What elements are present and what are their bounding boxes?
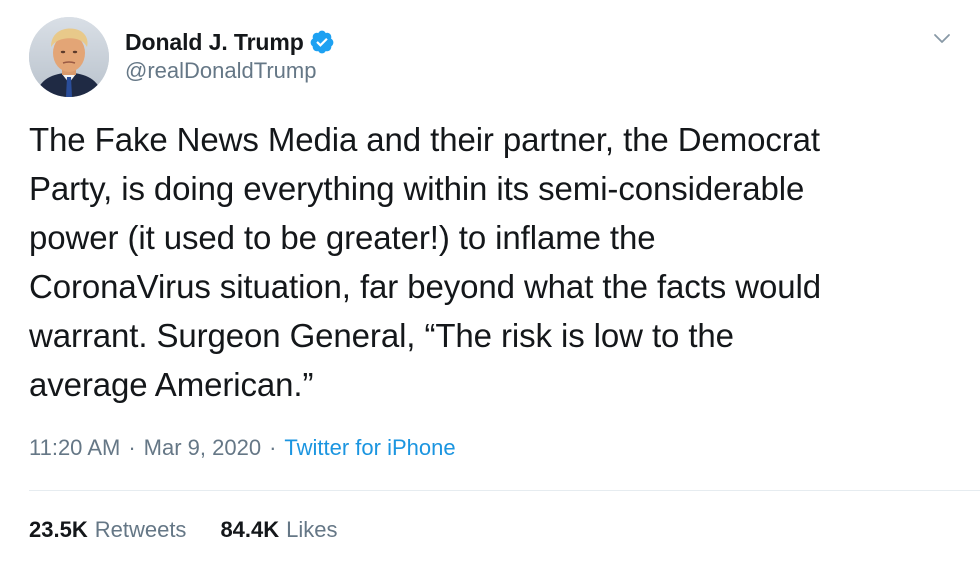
tweet-card: Donald J. Trump @realDonaldTrump The Fak…	[0, 0, 980, 570]
avatar[interactable]	[29, 17, 109, 97]
tweet-time[interactable]: 11:20 AM	[29, 435, 120, 461]
profile-photo	[29, 17, 109, 97]
tweet-stats: 23.5K Retweets 84.4K Likes	[29, 514, 338, 546]
tweet-source-link[interactable]: Twitter for iPhone	[284, 435, 455, 461]
verified-badge-icon	[309, 29, 335, 55]
divider	[29, 490, 980, 491]
retweets-label: Retweets	[94, 517, 187, 542]
separator-dot: ·	[128, 435, 136, 460]
author-name-row[interactable]: Donald J. Trump	[125, 27, 335, 57]
retweets-stat[interactable]: 23.5K Retweets	[29, 517, 186, 543]
tweet-metadata: 11:20 AM · Mar 9, 2020 · Twitter for iPh…	[29, 432, 456, 464]
tweet-date[interactable]: Mar 9, 2020	[144, 435, 261, 461]
display-name[interactable]: Donald J. Trump	[125, 29, 304, 56]
tweet-text: The Fake News Media and their partner, t…	[29, 121, 821, 403]
likes-label: Likes	[286, 517, 338, 542]
likes-stat[interactable]: 84.4K Likes	[220, 517, 337, 543]
retweets-count: 23.5K	[29, 517, 88, 542]
chevron-down-icon[interactable]	[929, 25, 955, 51]
user-handle[interactable]: @realDonaldTrump	[125, 58, 316, 84]
likes-count: 84.4K	[220, 517, 280, 542]
separator-dot: ·	[269, 435, 277, 460]
